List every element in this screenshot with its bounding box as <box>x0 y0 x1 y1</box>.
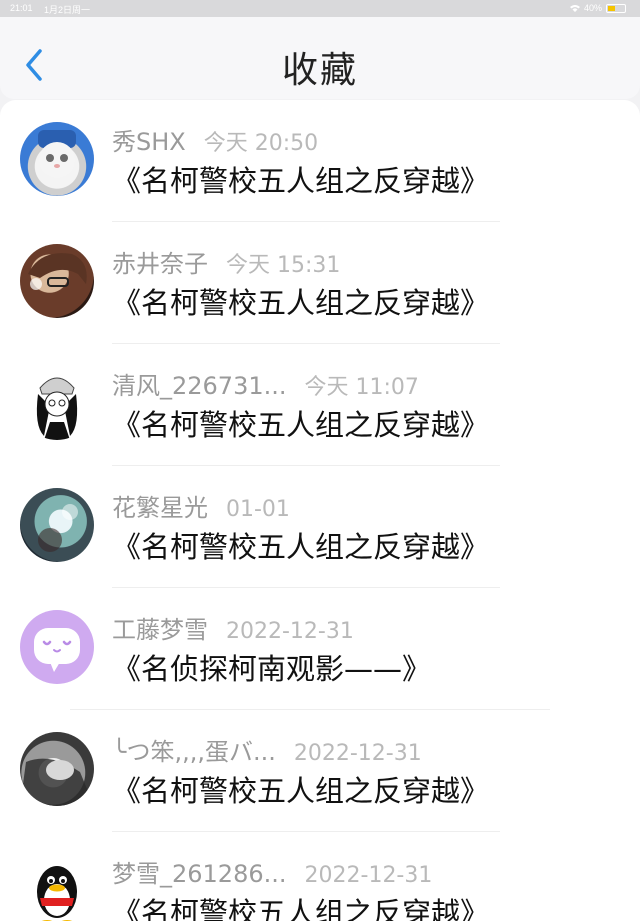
scenery-avatar-icon <box>38 504 78 552</box>
anime-character-avatar-icon <box>28 253 87 290</box>
avatar[interactable] <box>20 610 94 684</box>
cat-avatar-icon <box>38 130 76 178</box>
favorites-list: 秀SHX 今天 20:50 《名柯警校五人组之反穿越》 赤井奈子 今天 15:3… <box>0 100 640 921</box>
status-time: 21:01 <box>10 3 33 13</box>
item-time: 今天 11:07 <box>304 375 419 400</box>
item-snippet: 《名柯警校五人组之反穿越》 <box>112 408 490 442</box>
item-time: 今天 20:50 <box>203 131 319 156</box>
item-snippet: 《名柯警校五人组之反穿越》 <box>112 286 490 320</box>
status-bar: 21:01 1月2日周一 40% <box>0 0 640 17</box>
list-item[interactable]: 工藤梦雪 2022-12-31 《名侦探柯南观影——》 <box>0 588 640 710</box>
battery-icon <box>606 3 626 13</box>
person-photo-avatar-icon <box>20 758 94 806</box>
girl-sketch-avatar-icon <box>36 377 78 440</box>
sender-name: 梦雪_261286... <box>112 860 287 888</box>
item-time: 01-01 <box>226 497 290 522</box>
battery-percent: 40% <box>583 3 602 13</box>
item-meta: ╰つ笨,,,,蛋バ... 2022-12-31 <box>112 732 422 767</box>
list-item[interactable]: 花繁星光 01-01 《名柯警校五人组之反穿越》 <box>0 466 640 588</box>
item-meta: 工藤梦雪 2022-12-31 <box>112 610 354 645</box>
list-item[interactable]: 秀SHX 今天 20:50 《名柯警校五人组之反穿越》 <box>0 100 640 222</box>
avatar[interactable] <box>20 122 94 196</box>
avatar[interactable] <box>20 732 94 806</box>
item-meta: 梦雪_261286... 2022-12-31 <box>112 854 432 889</box>
nav-bar: 收藏 <box>0 17 640 99</box>
sender-name: 清风_226731... <box>112 372 287 400</box>
list-item[interactable]: ╰つ笨,,,,蛋バ... 2022-12-31 《名柯警校五人组之反穿越》 <box>0 710 640 832</box>
item-time: 2022-12-31 <box>304 863 433 888</box>
sender-name: 赤井奈子 <box>112 250 208 278</box>
item-meta: 花繁星光 01-01 <box>112 488 290 523</box>
item-time: 2022-12-31 <box>226 619 354 644</box>
chat-bubble-icon <box>34 628 80 672</box>
item-snippet: 《名柯警校五人组之反穿越》 <box>112 774 490 808</box>
item-snippet: 《名柯警校五人组之反穿越》 <box>112 164 490 198</box>
item-snippet: 《名柯警校五人组之反穿越》 <box>112 896 490 921</box>
penguin-avatar-icon <box>37 866 77 921</box>
item-meta: 赤井奈子 今天 15:31 <box>112 244 340 279</box>
sender-name: ╰つ笨,,,,蛋バ... <box>112 738 276 766</box>
status-date: 1月2日周一 <box>44 5 91 15</box>
list-item[interactable]: 清风_226731... 今天 11:07 《名柯警校五人组之反穿越》 <box>0 344 640 466</box>
item-meta: 秀SHX 今天 20:50 <box>112 122 318 157</box>
status-right: 40% <box>569 3 626 13</box>
item-time: 2022-12-31 <box>293 741 422 766</box>
avatar[interactable] <box>20 244 94 318</box>
item-snippet: 《名柯警校五人组之反穿越》 <box>112 530 490 564</box>
list-item[interactable]: 梦雪_261286... 2022-12-31 《名柯警校五人组之反穿越》 <box>0 832 640 921</box>
item-time: 今天 15:31 <box>226 253 341 278</box>
avatar[interactable] <box>20 488 94 562</box>
item-meta: 清风_226731... 今天 11:07 <box>112 366 419 401</box>
item-snippet: 《名侦探柯南观影——》 <box>112 652 432 686</box>
avatar[interactable] <box>20 366 94 440</box>
sender-name: 秀SHX <box>112 128 186 156</box>
page-title: 收藏 <box>281 50 358 91</box>
avatar[interactable] <box>20 854 94 921</box>
sender-name: 工藤梦雪 <box>112 616 208 644</box>
list-item[interactable]: 赤井奈子 今天 15:31 《名柯警校五人组之反穿越》 <box>0 222 640 344</box>
wifi-icon <box>569 5 580 12</box>
sender-name: 花繁星光 <box>112 494 208 522</box>
